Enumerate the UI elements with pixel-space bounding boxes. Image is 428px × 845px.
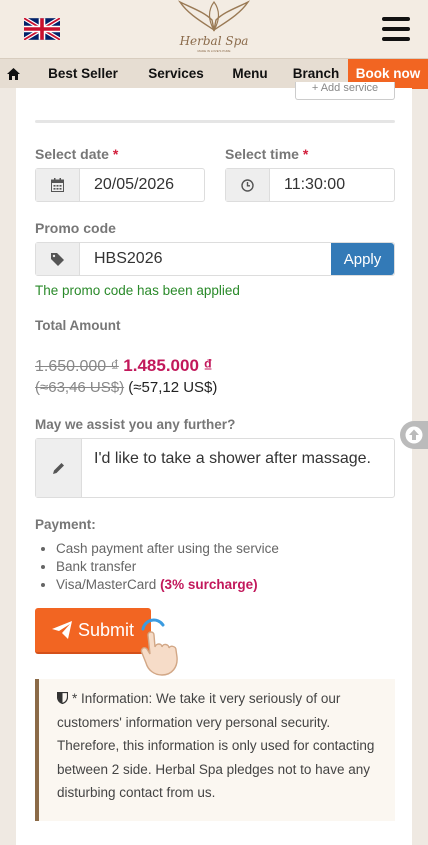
old-price: 1.650.000 ₫ [35,358,119,375]
date-label: Select date * [35,146,119,162]
payment-method-bank: Bank transfer [56,558,279,576]
logo-subtitle: MADE IN LOVE'S PURE [197,49,231,53]
promo-label: Promo code [35,220,116,236]
promo-field[interactable]: HBS2026 Apply [35,242,395,276]
clock-icon [226,169,270,201]
calendar-icon [36,169,80,201]
old-usd-price: (≈63,46 US$) [35,379,125,396]
shield-icon [56,691,69,705]
home-icon [6,67,20,80]
surcharge-note: (3% surcharge) [160,577,258,592]
divider [35,120,395,123]
uk-flag-icon[interactable] [24,18,60,40]
assist-label: May we assist you any further? [35,417,236,432]
submit-label: Submit [77,619,135,640]
logo-text: Herbal Spa [179,34,249,48]
time-value: 11:30:00 [284,176,346,193]
new-usd-price: (≈57,12 US$) [128,379,218,396]
date-field[interactable]: 20/05/2026 [35,168,205,202]
pencil-icon [36,439,82,497]
site-header: Herbal Spa MADE IN LOVE'S PURE [0,0,428,58]
add-service-button[interactable]: + Add service [295,82,395,100]
nav-item-best-seller[interactable]: Best Seller [26,59,140,89]
date-value: 20/05/2026 [94,176,175,193]
usd-line: (≈63,46 US$) (≈57,12 US$) [35,379,217,396]
promo-value: HBS2026 [94,250,163,267]
assist-textarea[interactable]: I'd like to take a shower after massage. [35,438,395,498]
scroll-to-top-button[interactable] [400,421,428,449]
paper-plane-icon [51,621,72,639]
hamburger-icon[interactable] [382,17,410,41]
assist-value: I'd like to take a shower after massage. [94,450,371,467]
tap-hand-icon [140,618,178,676]
privacy-info-box: * Information: We take it very seriously… [35,679,395,821]
time-label: Select time * [225,146,309,162]
payment-label: Payment: [35,517,96,532]
logo-wings-icon [177,0,251,32]
new-price: 1.485.000 ₫ [123,356,213,375]
payment-method-cash: Cash payment after using the service [56,540,279,558]
promo-success-message: The promo code has been applied [35,283,240,298]
privacy-info-text: * Information: We take it very seriously… [57,691,375,800]
payment-methods-list: Cash payment after using the service Ban… [56,540,279,594]
total-label: Total Amount [35,318,121,333]
booking-form: + Add service Select date * 20/05/2026 S… [16,82,412,845]
site-logo[interactable]: Herbal Spa MADE IN LOVE'S PURE [172,0,256,56]
nav-home[interactable] [0,59,26,89]
apply-button[interactable]: Apply [331,243,394,275]
tag-icon [36,243,80,275]
arrow-up-circle-icon [405,426,423,444]
price-line: 1.650.000 ₫ 1.485.000 ₫ [35,356,212,376]
time-field[interactable]: 11:30:00 [225,168,395,202]
nav-item-menu[interactable]: Menu [212,59,288,89]
nav-item-services[interactable]: Services [140,59,212,89]
payment-method-card: Visa/MasterCard (3% surcharge) [56,576,279,594]
